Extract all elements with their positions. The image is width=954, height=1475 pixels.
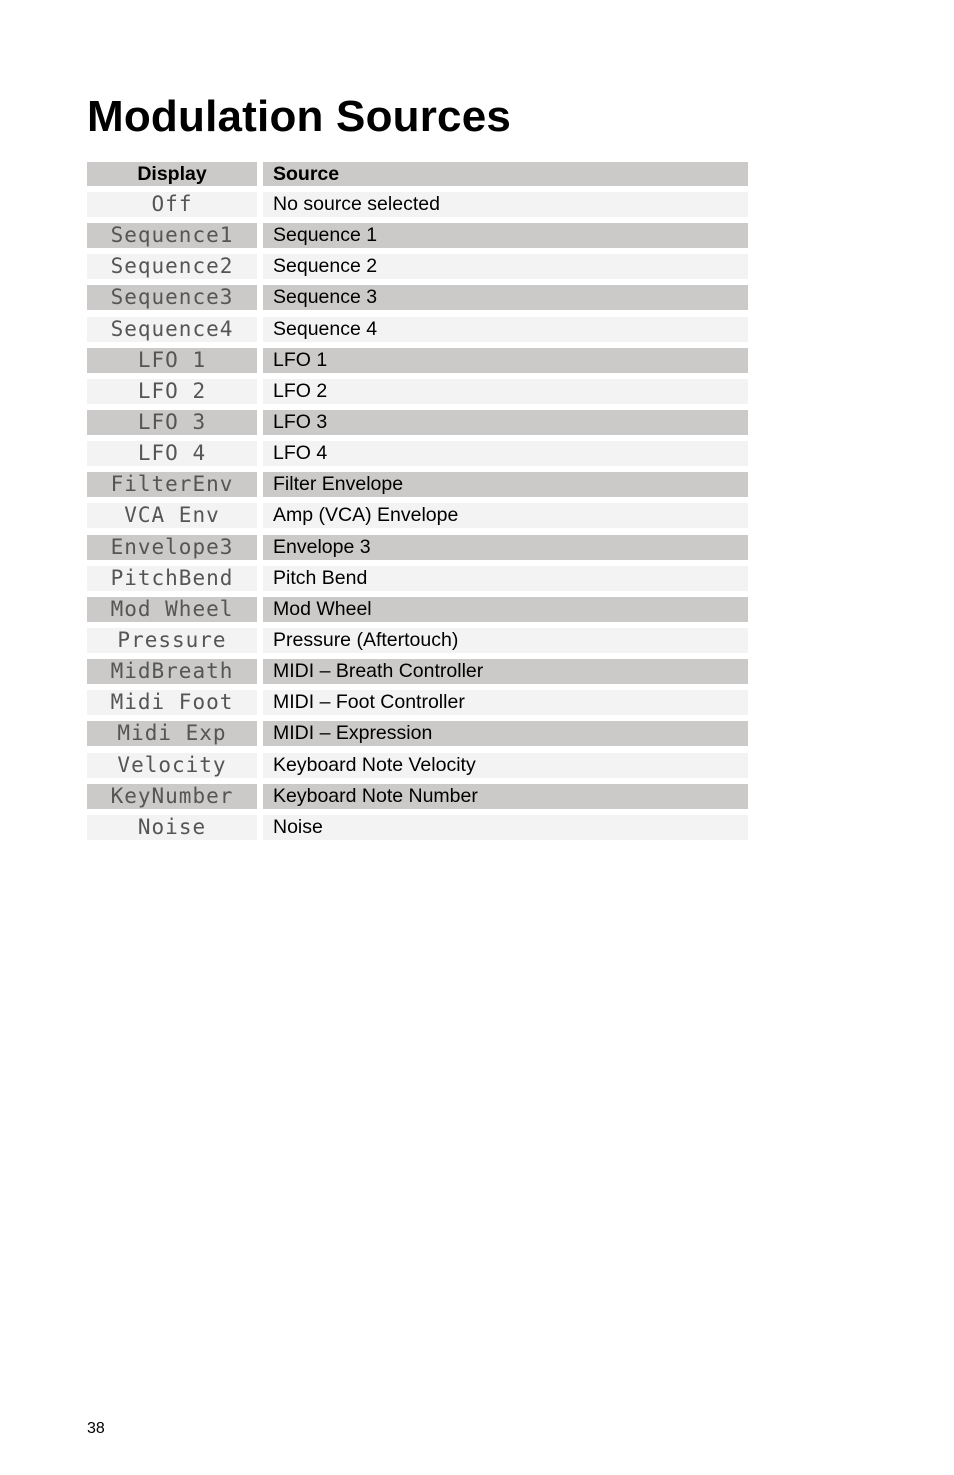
display-cell: FilterEnv <box>87 472 257 498</box>
table-row: Mod Wheel Mod Wheel <box>87 596 748 628</box>
source-cell: Keyboard Note Velocity <box>263 752 748 778</box>
table-row: MidBreath MIDI – Breath Controller <box>87 659 748 690</box>
source-cell: Sequence 4 <box>263 316 748 342</box>
header-display: Display <box>87 162 257 186</box>
table-row: KeyNumber Keyboard Note Number <box>87 783 748 815</box>
table-row: Sequence2 Sequence 2 <box>87 254 748 285</box>
source-cell: MIDI – Expression <box>263 721 748 747</box>
table-row: Midi Exp MIDI – Expression <box>87 721 748 752</box>
table-row: VCA Env Amp (VCA) Envelope <box>87 503 748 534</box>
source-cell: LFO 1 <box>263 347 748 373</box>
table-row: FilterEnv Filter Envelope <box>87 472 748 503</box>
source-cell: LFO 4 <box>263 441 748 467</box>
page-title: Modulation Sources <box>87 92 512 141</box>
display-cell: Sequence3 <box>87 285 257 311</box>
display-cell: Sequence1 <box>87 223 257 249</box>
source-cell: LFO 2 <box>263 378 748 404</box>
table-row: Sequence1 Sequence 1 <box>87 223 748 254</box>
source-cell: Pitch Bend <box>263 565 748 591</box>
display-cell: Noise <box>87 814 257 840</box>
modulation-sources-table: Display Source Off No source selected Sequ… <box>87 162 748 846</box>
table-row: Off No source selected <box>87 192 748 223</box>
display-cell: PitchBend <box>87 565 257 591</box>
source-cell: LFO 3 <box>263 409 748 435</box>
display-cell: Midi Foot <box>87 690 257 716</box>
source-cell: MIDI – Breath Controller <box>263 659 748 685</box>
source-cell: Filter Envelope <box>263 472 748 498</box>
display-cell: Off <box>87 192 257 217</box>
table-row: Pressure Pressure (Aftertouch) <box>87 627 748 659</box>
display-cell: LFO 3 <box>87 409 257 435</box>
table-row: Midi Foot MIDI – Foot Controller <box>87 690 748 721</box>
header-source: Source <box>263 162 748 186</box>
table-row: LFO 2 LFO 2 <box>87 378 748 410</box>
display-cell: VCA Env <box>87 503 257 529</box>
display-cell: MidBreath <box>87 659 257 685</box>
source-cell: MIDI – Foot Controller <box>263 690 748 716</box>
display-cell: Sequence4 <box>87 316 257 342</box>
table-row: Sequence3 Sequence 3 <box>87 285 748 316</box>
source-cell: Envelope 3 <box>263 534 748 560</box>
table-row: Sequence4 Sequence 4 <box>87 316 748 348</box>
display-cell: Velocity <box>87 752 257 778</box>
display-cell: LFO 1 <box>87 347 257 373</box>
display-cell: Sequence2 <box>87 254 257 280</box>
table-header-row: Display Source <box>87 162 748 192</box>
table-row: LFO 4 LFO 4 <box>87 441 748 472</box>
table-row: PitchBend Pitch Bend <box>87 565 748 597</box>
page-number: 38 <box>87 1420 105 1437</box>
source-cell: Mod Wheel <box>263 596 748 622</box>
source-cell: Pressure (Aftertouch) <box>263 627 748 653</box>
source-cell: Sequence 1 <box>263 223 748 249</box>
source-cell: Sequence 3 <box>263 285 748 311</box>
display-cell: Midi Exp <box>87 721 257 747</box>
display-cell: Mod Wheel <box>87 596 257 622</box>
display-cell: KeyNumber <box>87 783 257 809</box>
table-row: Velocity Keyboard Note Velocity <box>87 752 748 784</box>
display-cell: LFO 4 <box>87 441 257 467</box>
display-cell: LFO 2 <box>87 378 257 404</box>
table-row: Noise Noise <box>87 814 748 846</box>
source-cell: Amp (VCA) Envelope <box>263 503 748 529</box>
source-cell: Keyboard Note Number <box>263 783 748 809</box>
table-row: LFO 3 LFO 3 <box>87 409 748 441</box>
source-cell: Sequence 2 <box>263 254 748 280</box>
display-cell: Pressure <box>87 627 257 653</box>
display-cell: Envelope3 <box>87 534 257 560</box>
source-cell: Noise <box>263 814 748 840</box>
table-row: LFO 1 LFO 1 <box>87 347 748 379</box>
source-cell: No source selected <box>263 192 748 217</box>
table-row: Envelope3 Envelope 3 <box>87 534 748 566</box>
